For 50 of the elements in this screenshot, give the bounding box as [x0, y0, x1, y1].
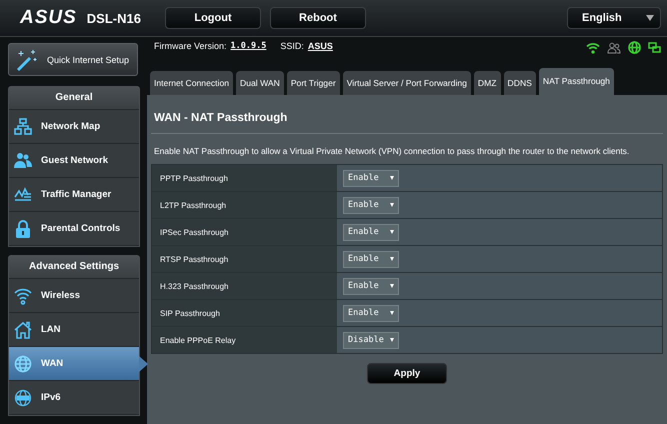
- wifi-icon[interactable]: [586, 42, 600, 54]
- model-name: DSL-N16: [86, 10, 141, 26]
- tab[interactable]: Virtual Server / Port Forwarding: [342, 71, 471, 95]
- tab[interactable]: Dual WAN: [236, 71, 284, 95]
- header-button[interactable]: Reboot: [270, 7, 366, 29]
- wifi-icon: [14, 286, 32, 304]
- menu-item[interactable]: Network Map: [9, 110, 139, 144]
- firmware-label: Firmware Version:: [154, 41, 227, 51]
- select-dropdown[interactable]: Disable: [343, 332, 399, 348]
- select-dropdown[interactable]: Enable: [343, 224, 399, 240]
- firmware-link[interactable]: 1.0.9.5: [230, 41, 266, 51]
- padlock-icon: [14, 220, 32, 238]
- menu-item[interactable]: Traffic Manager: [9, 178, 139, 212]
- tab[interactable]: Port Trigger: [286, 71, 340, 95]
- ssid-link[interactable]: ASUS: [308, 41, 333, 51]
- monitors-icon[interactable]: [648, 42, 661, 54]
- tab[interactable]: Internet Connection: [150, 71, 234, 95]
- select-dropdown[interactable]: Enable: [343, 196, 399, 214]
- section-title: Advanced Settings: [9, 256, 139, 279]
- magic-wand-icon: [15, 48, 39, 72]
- menu-item[interactable]: LAN: [9, 313, 139, 347]
- ssid-label: SSID:: [280, 41, 304, 51]
- tab[interactable]: DMZ: [474, 71, 501, 95]
- select-dropdown[interactable]: Enable: [343, 278, 399, 294]
- chart-icon: [14, 186, 32, 204]
- menu-item[interactable]: IPv6: [9, 381, 139, 415]
- select-dropdown[interactable]: Enable: [343, 170, 399, 186]
- users-icon[interactable]: [607, 42, 621, 54]
- logo: ASUS: [20, 7, 77, 29]
- select-dropdown[interactable]: Enable: [343, 250, 399, 268]
- header-button[interactable]: Logout: [165, 7, 261, 29]
- tab[interactable]: DDNS: [504, 71, 536, 95]
- people-icon: [14, 152, 32, 170]
- globe-icon: [14, 388, 32, 406]
- globe-icon[interactable]: [628, 41, 641, 54]
- menu-item[interactable]: Guest Network: [9, 144, 139, 178]
- language-dropdown[interactable]: English: [567, 7, 661, 29]
- globe-icon: [14, 354, 32, 372]
- description: Enable NAT Passthrough to allow a Virtual Private Network (VPN) connection to pass through the router to the network clients.: [153, 145, 630, 158]
- quick-setup-button[interactable]: Quick Internet Setup: [8, 43, 138, 76]
- house-icon: [14, 320, 32, 338]
- network-map-icon: [14, 118, 32, 136]
- menu-item[interactable]: Wireless: [9, 279, 139, 313]
- apply-button[interactable]: Apply: [367, 363, 447, 384]
- select-dropdown[interactable]: Enable: [343, 304, 399, 322]
- panel-title: WAN - NAT Passthrough: [151, 95, 663, 134]
- menu-item[interactable]: Parental Controls: [9, 212, 139, 246]
- caret-icon: [646, 15, 654, 21]
- tab[interactable]: NAT Passthrough: [538, 68, 614, 95]
- section-title: General: [9, 87, 139, 110]
